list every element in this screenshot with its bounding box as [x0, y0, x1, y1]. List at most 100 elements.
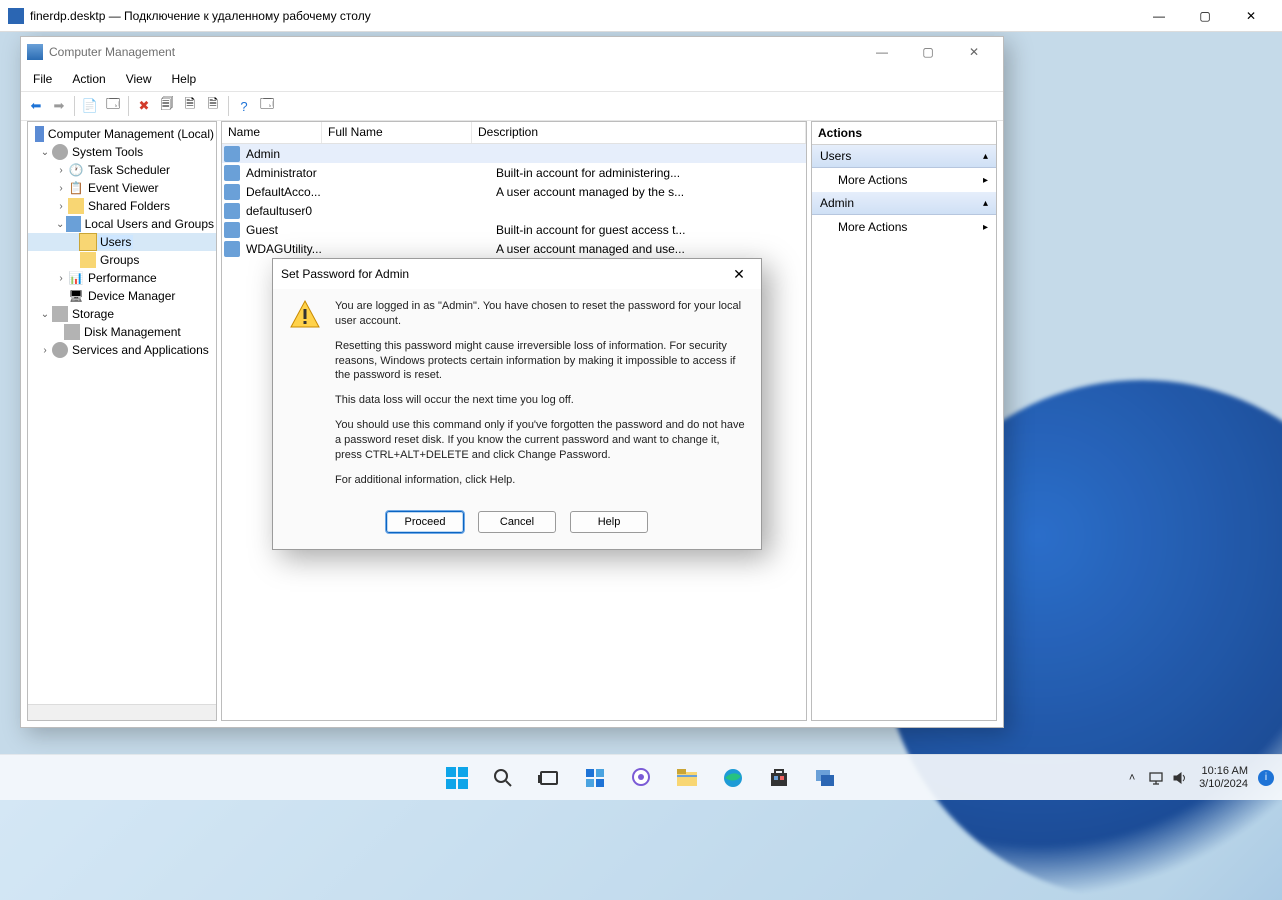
properties-icon[interactable]: 🗔: [102, 95, 124, 117]
menu-file[interactable]: File: [25, 70, 60, 88]
tree-shared-folders[interactable]: ›Shared Folders: [28, 197, 216, 215]
tree-local-users-groups[interactable]: ⌄Local Users and Groups: [28, 215, 216, 233]
clock-time: 10:16 AM: [1199, 765, 1248, 778]
network-icon[interactable]: [1147, 769, 1165, 787]
user-name: Admin: [240, 147, 340, 161]
forward-icon[interactable]: ➡: [48, 95, 70, 117]
store-icon[interactable]: [759, 758, 799, 798]
minimize-button[interactable]: —: [1136, 2, 1182, 30]
computer-icon: [35, 126, 43, 142]
chevron-up-icon: ▴: [983, 151, 988, 162]
rdp-taskbar-icon[interactable]: [805, 758, 845, 798]
perf-icon: 📊: [68, 270, 84, 286]
tree-users[interactable]: Users: [28, 233, 216, 251]
user-name: DefaultAcco...: [240, 185, 340, 199]
cancel-button[interactable]: Cancel: [478, 511, 556, 533]
edge-icon[interactable]: [713, 758, 753, 798]
col-description[interactable]: Description: [472, 122, 806, 143]
system-tray: ˄ 10:16 AM 3/10/2024 i: [1123, 765, 1274, 790]
taskbar-center: [437, 758, 845, 798]
warning-icon: [289, 299, 321, 331]
menu-view[interactable]: View: [118, 70, 160, 88]
help-icon[interactable]: ?: [233, 95, 255, 117]
proceed-button[interactable]: Proceed: [386, 511, 464, 533]
chat-icon[interactable]: [621, 758, 661, 798]
maximize-button[interactable]: ▢: [1182, 2, 1228, 30]
event-icon: 📋: [68, 180, 84, 196]
user-row[interactable]: defaultuser0: [222, 201, 806, 220]
volume-icon[interactable]: [1171, 769, 1189, 787]
actions-group-users[interactable]: Users▴: [812, 145, 996, 168]
chevron-up-icon: ▴: [983, 198, 988, 209]
navigation-tree[interactable]: Computer Management (Local) ⌄System Tool…: [27, 121, 217, 721]
up-icon[interactable]: 📄: [79, 95, 101, 117]
folder-open-icon: [80, 234, 96, 250]
file-explorer-icon[interactable]: [667, 758, 707, 798]
refresh-icon[interactable]: 🗐: [156, 95, 178, 117]
menu-action[interactable]: Action: [64, 70, 113, 88]
tree-groups[interactable]: Groups: [28, 251, 216, 269]
actions-more-admin[interactable]: More Actions▸: [812, 215, 996, 239]
widgets-icon[interactable]: [575, 758, 615, 798]
user-description: Built-in account for guest access t...: [490, 223, 806, 237]
tree-root[interactable]: Computer Management (Local): [28, 125, 216, 143]
col-name[interactable]: Name: [222, 122, 322, 143]
actions-pane: Actions Users▴ More Actions▸ Admin▴ More…: [811, 121, 997, 721]
user-icon: [224, 203, 240, 219]
export-icon[interactable]: 🗎: [179, 95, 201, 117]
tree-device-manager[interactable]: 🖥Device Manager: [28, 287, 216, 305]
user-name: WDAGUtility...: [240, 242, 340, 256]
close-button[interactable]: ✕: [1228, 2, 1274, 30]
tree-horizontal-scrollbar[interactable]: [28, 704, 216, 720]
taskbar: ˄ 10:16 AM 3/10/2024 i: [0, 754, 1282, 800]
dialog-titlebar[interactable]: Set Password for Admin ✕: [273, 259, 761, 289]
clock-icon: 🕐: [68, 162, 84, 178]
task-view-icon[interactable]: [529, 758, 569, 798]
delete-icon[interactable]: ✖: [133, 95, 155, 117]
cm-toolbar: ⬅ ➡ 📄 🗔 ✖ 🗐 🗎 🗎 ? 🗔: [21, 91, 1003, 121]
tree-task-scheduler[interactable]: ›🕐Task Scheduler: [28, 161, 216, 179]
tray-chevron-icon[interactable]: ˄: [1123, 769, 1141, 787]
rdp-title: finerdp.desktp — Подключение к удаленном…: [30, 9, 1136, 23]
rdp-icon: [8, 8, 24, 24]
actions-group-admin[interactable]: Admin▴: [812, 192, 996, 215]
cm-minimize-button[interactable]: —: [859, 39, 905, 65]
tree-performance[interactable]: ›📊Performance: [28, 269, 216, 287]
user-name: Administrator: [240, 166, 340, 180]
folder-icon: [80, 252, 96, 268]
dialog-text: You are logged in as "Admin". You have c…: [335, 299, 745, 497]
tree-storage[interactable]: ⌄Storage: [28, 305, 216, 323]
user-description: Built-in account for administering...: [490, 166, 806, 180]
device-icon: 🖥: [68, 288, 84, 304]
list-header[interactable]: Name Full Name Description: [222, 122, 806, 144]
user-row[interactable]: Administrator Built-in account for admini…: [222, 163, 806, 182]
user-icon: [224, 146, 240, 162]
export2-icon[interactable]: 🗎: [202, 95, 224, 117]
col-fullname[interactable]: Full Name: [322, 122, 472, 143]
help-button[interactable]: Help: [570, 511, 648, 533]
notification-badge[interactable]: i: [1258, 770, 1274, 786]
taskbar-clock[interactable]: 10:16 AM 3/10/2024: [1199, 765, 1248, 790]
cm-titlebar[interactable]: Computer Management — ▢ ✕: [21, 37, 1003, 67]
menu-help[interactable]: Help: [164, 70, 205, 88]
chevron-right-icon: ▸: [983, 175, 988, 186]
user-row[interactable]: DefaultAcco...A user account managed by …: [222, 182, 806, 201]
user-name: Guest: [240, 223, 340, 237]
back-icon[interactable]: ⬅: [25, 95, 47, 117]
dialog-close-button[interactable]: ✕: [725, 263, 753, 285]
tree-event-viewer[interactable]: ›📋Event Viewer: [28, 179, 216, 197]
dialog-title: Set Password for Admin: [281, 267, 725, 281]
tree-system-tools[interactable]: ⌄System Tools: [28, 143, 216, 161]
user-row[interactable]: Guest Built-in account for guest access t…: [222, 220, 806, 239]
cm-close-button[interactable]: ✕: [951, 39, 997, 65]
search-icon[interactable]: [483, 758, 523, 798]
cm-maximize-button[interactable]: ▢: [905, 39, 951, 65]
user-row[interactable]: WDAGUtility...A user account managed and…: [222, 239, 806, 258]
user-row[interactable]: Admin: [222, 144, 806, 163]
start-button[interactable]: [437, 758, 477, 798]
window-icon[interactable]: 🗔: [256, 95, 278, 117]
tree-disk-management[interactable]: Disk Management: [28, 323, 216, 341]
tree-services-apps[interactable]: ›Services and Applications: [28, 341, 216, 359]
actions-more-users[interactable]: More Actions▸: [812, 168, 996, 192]
user-icon: [224, 222, 240, 238]
